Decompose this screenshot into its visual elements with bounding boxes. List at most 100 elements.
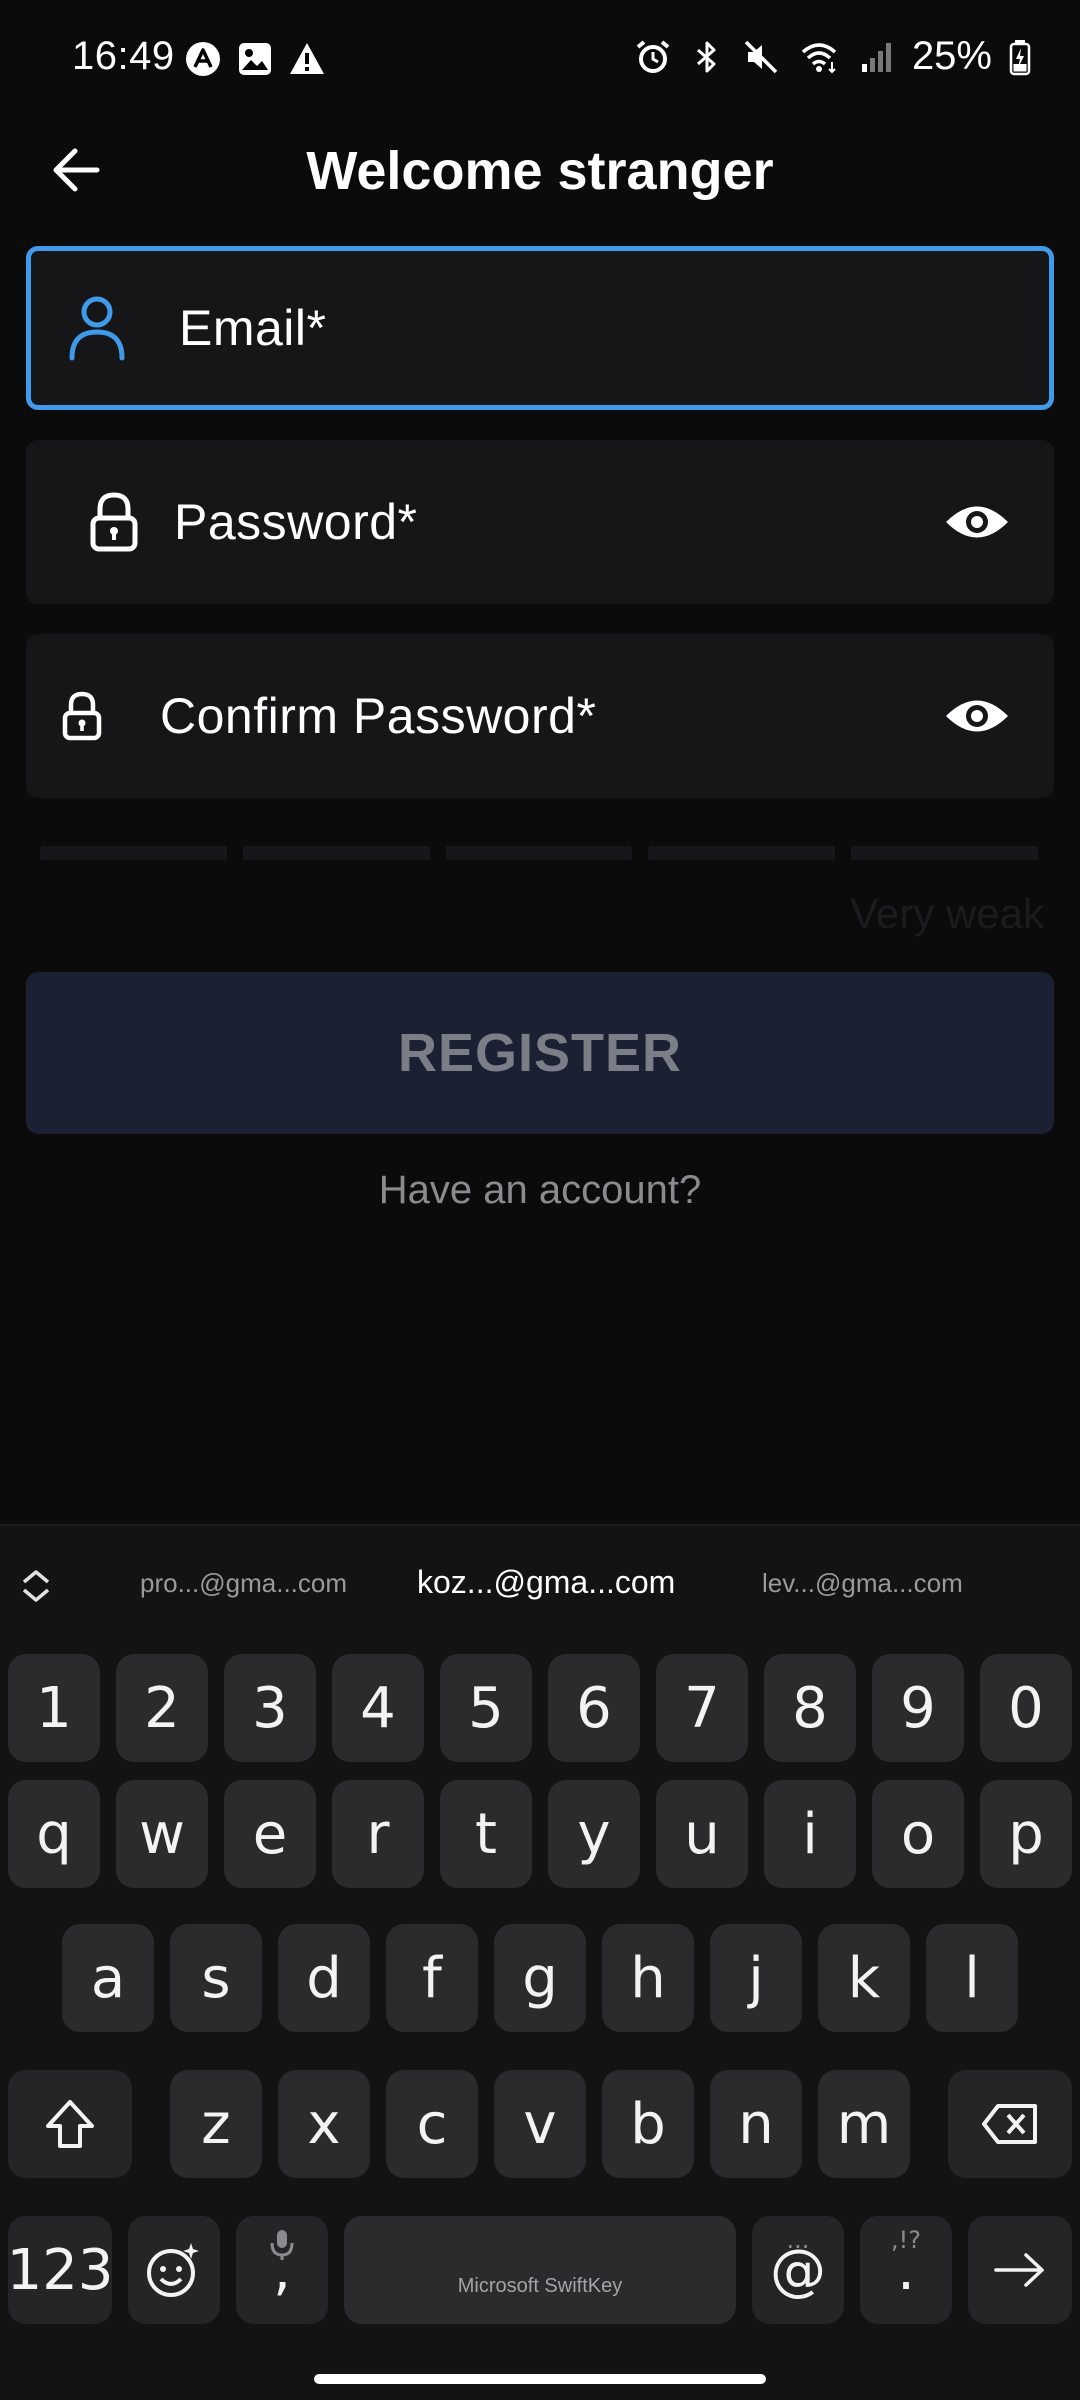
suggestion-item[interactable]: koz...@gma...com xyxy=(417,1564,675,1601)
key-label: 6 xyxy=(576,1675,612,1741)
key-v[interactable]: v xyxy=(494,2070,586,2178)
key-label: y xyxy=(577,1801,611,1867)
key-label: w xyxy=(139,1801,185,1867)
key-6[interactable]: 6 xyxy=(548,1654,640,1762)
mic-icon xyxy=(270,2230,294,2260)
key-f[interactable]: f xyxy=(386,1924,478,2032)
key-a[interactable]: a xyxy=(62,1924,154,2032)
suggestion-item[interactable]: pro...@gma...com xyxy=(140,1568,347,1599)
key-2[interactable]: 2 xyxy=(116,1654,208,1762)
emoji-icon xyxy=(147,2243,199,2297)
key-l[interactable]: l xyxy=(926,1924,1018,2032)
signal-icon xyxy=(861,42,891,72)
key-w[interactable]: w xyxy=(116,1780,208,1888)
key-3[interactable]: 3 xyxy=(224,1654,316,1762)
key-u[interactable]: u xyxy=(656,1780,748,1888)
key-t[interactable]: t xyxy=(440,1780,532,1888)
key-n[interactable]: n xyxy=(710,2070,802,2178)
have-account-link[interactable]: Have an account? xyxy=(0,1168,1080,1213)
key-label: Microsoft SwiftKey xyxy=(457,2275,623,2297)
key-4[interactable]: 4 xyxy=(332,1654,424,1762)
key-g[interactable]: g xyxy=(494,1924,586,2032)
key-c[interactable]: c xyxy=(386,2070,478,2178)
key-label: a xyxy=(90,1945,126,2011)
comma-key[interactable]: , xyxy=(236,2216,328,2324)
key-i[interactable]: i xyxy=(764,1780,856,1888)
key-p[interactable]: p xyxy=(980,1780,1072,1888)
key-q[interactable]: q xyxy=(8,1780,100,1888)
strength-segment xyxy=(445,846,633,860)
alarm-icon xyxy=(636,39,670,73)
expand-toolbar-icon[interactable] xyxy=(14,1564,58,1608)
key-7[interactable]: 7 xyxy=(656,1654,748,1762)
key-b[interactable]: b xyxy=(602,2070,694,2178)
key-d[interactable]: d xyxy=(278,1924,370,2032)
numbers-key[interactable]: 123 xyxy=(7,2216,113,2324)
app-notification-icon xyxy=(186,42,220,76)
key-label: 5 xyxy=(468,1675,504,1741)
keyboard: pro...@gma...com koz...@gma...com lev...… xyxy=(0,1524,1080,2400)
strength-label: Very weak xyxy=(850,890,1044,937)
key-h[interactable]: h xyxy=(602,1924,694,2032)
strength-segment xyxy=(242,846,430,860)
key-x[interactable]: x xyxy=(278,2070,370,2178)
key-label: c xyxy=(416,2091,448,2157)
key-m[interactable]: m xyxy=(818,2070,910,2178)
key-r[interactable]: r xyxy=(332,1780,424,1888)
register-label: REGISTER xyxy=(397,1023,683,1083)
key-label: i xyxy=(802,1801,818,1867)
suggestion-item[interactable]: lev...@gma...com xyxy=(762,1568,963,1599)
key-label: u xyxy=(684,1801,720,1867)
shift-key[interactable] xyxy=(8,2070,132,2178)
key-0[interactable]: 0 xyxy=(980,1654,1072,1762)
key-y[interactable]: y xyxy=(548,1780,640,1888)
key-label: 0 xyxy=(1008,1675,1044,1741)
key-e[interactable]: e xyxy=(224,1780,316,1888)
key-label: o xyxy=(900,1801,936,1867)
key-z[interactable]: z xyxy=(170,2070,262,2178)
key-s[interactable]: s xyxy=(170,1924,262,2032)
key-9[interactable]: 9 xyxy=(872,1654,964,1762)
key-label: r xyxy=(366,1801,390,1867)
emoji-key[interactable] xyxy=(128,2216,220,2324)
home-indicator[interactable] xyxy=(314,2374,766,2384)
key-5[interactable]: 5 xyxy=(440,1654,532,1762)
key-label: d xyxy=(306,1945,342,2011)
key-j[interactable]: j xyxy=(710,1924,802,2032)
confirm-password-field[interactable]: Confirm Password* xyxy=(26,634,1054,798)
key-1[interactable]: 1 xyxy=(8,1654,100,1762)
mute-icon xyxy=(744,40,778,73)
key-label: 7 xyxy=(684,1675,720,1741)
battery-percent: 25% xyxy=(911,34,992,78)
key-k[interactable]: k xyxy=(818,1924,910,2032)
status-time: 16:49 xyxy=(72,34,175,78)
register-button[interactable]: REGISTER xyxy=(26,972,1054,1134)
confirm-password-label: Confirm Password* xyxy=(160,688,597,744)
strength-segment xyxy=(40,846,227,860)
battery-icon xyxy=(1009,39,1031,75)
key-label: z xyxy=(201,2091,231,2157)
eye-icon[interactable] xyxy=(944,501,1010,543)
key-o[interactable]: o xyxy=(872,1780,964,1888)
key-label: b xyxy=(630,2091,666,2157)
key-label: 8 xyxy=(792,1675,828,1741)
at-key[interactable]: @... xyxy=(752,2216,844,2324)
strength-segment xyxy=(851,846,1038,860)
key-label: m xyxy=(836,2091,892,2157)
page-title: Welcome stranger xyxy=(306,141,774,201)
enter-key[interactable] xyxy=(968,2216,1072,2324)
password-label: Password* xyxy=(174,494,418,550)
email-field[interactable]: Email* xyxy=(26,246,1054,410)
space-key[interactable]: Microsoft SwiftKey xyxy=(344,2216,736,2324)
eye-icon[interactable] xyxy=(944,695,1010,737)
key-label: f xyxy=(422,1945,442,2011)
key-label: g xyxy=(522,1945,558,2011)
status-right: 25% xyxy=(634,34,1032,79)
notification-icons xyxy=(184,40,326,78)
period-key[interactable]: .,!? xyxy=(860,2216,952,2324)
password-field[interactable]: Password* xyxy=(26,440,1054,604)
backspace-key[interactable] xyxy=(948,2070,1072,2178)
key-8[interactable]: 8 xyxy=(764,1654,856,1762)
key-label: v xyxy=(523,2091,557,2157)
key-label: 2 xyxy=(144,1675,180,1741)
